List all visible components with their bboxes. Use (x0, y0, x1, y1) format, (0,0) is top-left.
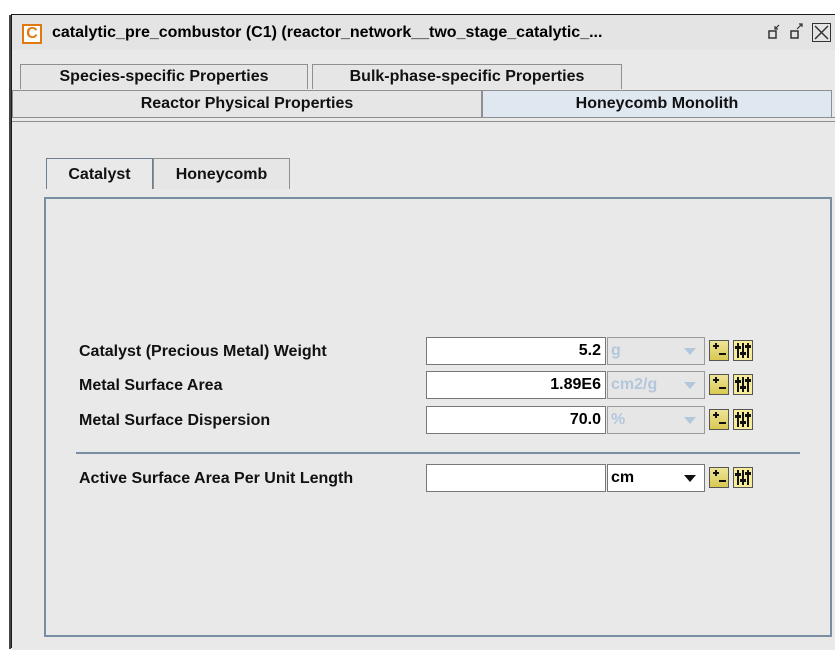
catalyst-weight-unit-label: g (611, 342, 621, 359)
active-surface-area-input[interactable] (426, 464, 606, 492)
chevron-down-icon[interactable] (684, 475, 696, 482)
inner-tab-row: Catalyst Honeycomb (12, 158, 835, 189)
chevron-down-icon (684, 382, 696, 389)
parameter-settings-icon (735, 470, 751, 485)
catalyst-weight-label: Catalyst (Precious Metal) Weight (79, 343, 327, 360)
window-left-edge (9, 15, 11, 649)
tab-bulk-phase-specific-properties[interactable]: Bulk-phase-specific Properties (312, 64, 622, 89)
metal-surface-dispersion-unit-label: % (611, 411, 626, 428)
restore-button[interactable] (766, 23, 784, 41)
active-surface-area-label: Active Surface Area Per Unit Length (79, 470, 354, 487)
metal-surface-area-input[interactable]: 1.89E6 (426, 371, 606, 399)
metal-surface-area-settings-button[interactable] (733, 374, 753, 395)
plus-minus-icon (713, 412, 726, 424)
metal-surface-area-unit-select: cm2/g (607, 371, 705, 399)
metal-surface-dispersion-label: Metal Surface Dispersion (79, 412, 271, 429)
plus-minus-icon (713, 343, 726, 355)
metal-surface-dispersion-input[interactable]: 70.0 (426, 406, 606, 434)
chevron-down-icon (684, 417, 696, 424)
close-button[interactable] (812, 23, 831, 42)
metal-surface-dispersion-plus-minus-button[interactable] (709, 409, 729, 430)
catalyst-weight-input[interactable]: 5.2 (426, 337, 606, 365)
plus-minus-icon (713, 470, 726, 482)
tab-catalyst[interactable]: Catalyst (46, 158, 153, 189)
metal-surface-area-label: Metal Surface Area (79, 377, 223, 394)
restore-icon (768, 24, 780, 39)
active-surface-area-plus-minus-button[interactable] (709, 467, 729, 488)
top-tab-row-1: Species-specific Properties Bulk-phase-s… (12, 64, 835, 89)
section-divider (76, 452, 800, 454)
metal-surface-area-plus-minus-button[interactable] (709, 374, 729, 395)
metal-surface-area-unit-label: cm2/g (611, 376, 658, 393)
catalyst-weight-settings-button[interactable] (733, 340, 753, 361)
tab-honeycomb[interactable]: Honeycomb (153, 158, 290, 189)
title-bar[interactable]: C catalytic_pre_combustor (C1) (reactor_… (12, 15, 835, 50)
close-icon (814, 25, 829, 40)
catalyst-weight-plus-minus-button[interactable] (709, 340, 729, 361)
plus-minus-icon (713, 377, 726, 389)
active-surface-area-unit-select[interactable]: cm (607, 464, 705, 492)
tab-reactor-physical-properties[interactable]: Reactor Physical Properties (12, 90, 482, 117)
active-surface-area-settings-button[interactable] (733, 467, 753, 488)
top-tab-row-2: Reactor Physical Properties Honeycomb Mo… (12, 90, 835, 118)
window-title: catalytic_pre_combustor (C1) (reactor_ne… (52, 24, 603, 41)
parameter-settings-icon (735, 412, 751, 427)
app-c-icon: C (22, 24, 42, 44)
parameter-settings-icon (735, 377, 751, 392)
active-surface-area-unit-label: cm (611, 469, 635, 486)
chevron-down-icon (684, 348, 696, 355)
maximize-button[interactable] (788, 23, 806, 41)
editor-window: C catalytic_pre_combustor (C1) (reactor_… (9, 14, 835, 650)
tab-species-specific-properties[interactable]: Species-specific Properties (20, 64, 308, 89)
parameter-settings-icon (735, 343, 751, 358)
maximize-icon (790, 23, 803, 39)
catalyst-panel: Catalyst (Precious Metal) Weight 5.2 g M… (44, 197, 832, 637)
metal-surface-dispersion-settings-button[interactable] (733, 409, 753, 430)
tab-honeycomb-monolith[interactable]: Honeycomb Monolith (482, 90, 832, 117)
catalyst-weight-unit-select: g (607, 337, 705, 365)
metal-surface-dispersion-unit-select: % (607, 406, 705, 434)
